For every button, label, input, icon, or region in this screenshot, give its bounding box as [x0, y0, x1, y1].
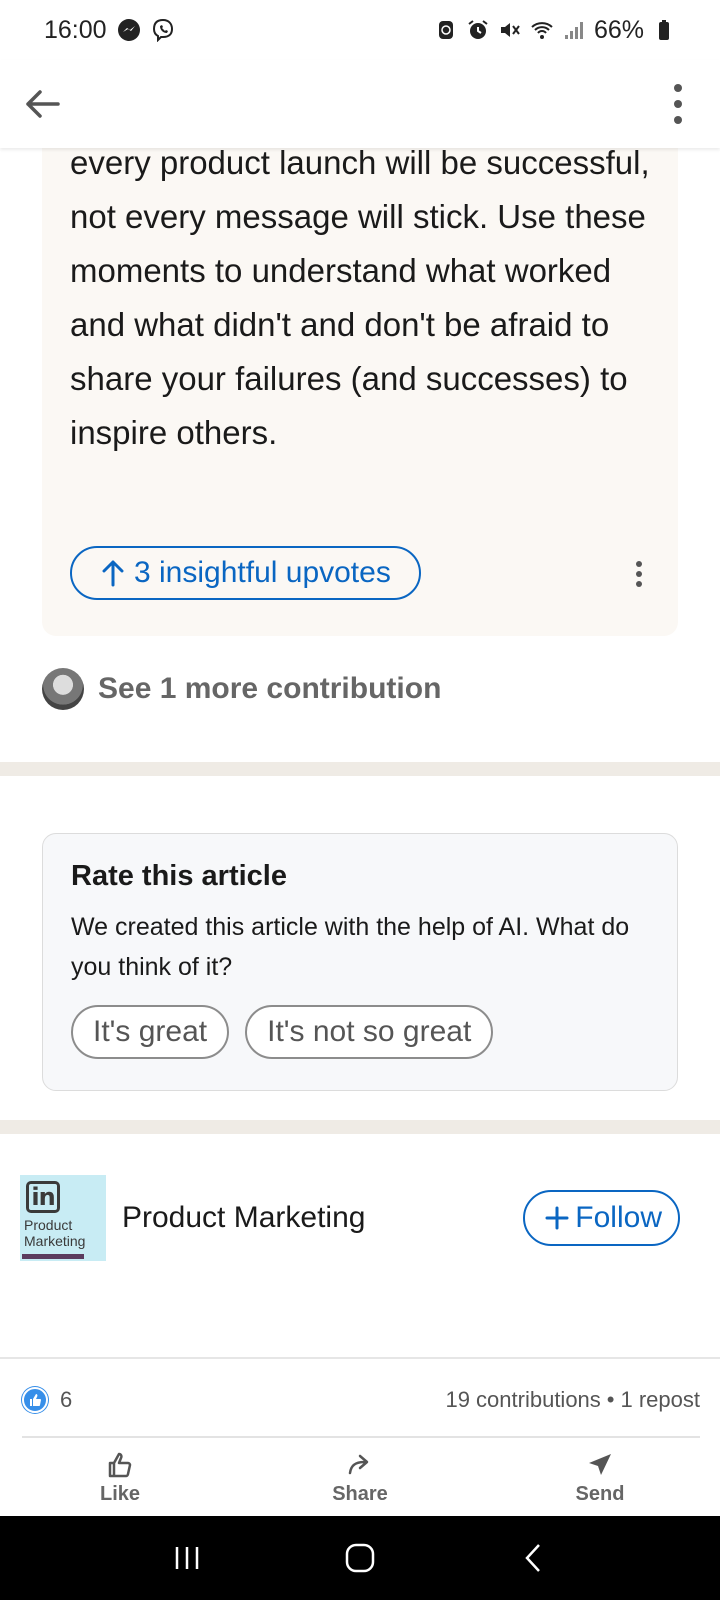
- social-right: 19 contributions • 1 repost: [445, 1387, 700, 1413]
- arrow-up-icon: [102, 560, 124, 587]
- recent-apps-button[interactable]: [157, 1528, 217, 1588]
- share-arrow-icon: [348, 1454, 369, 1474]
- action-bar: Like Share Send: [0, 1440, 720, 1516]
- separator: •: [606, 1387, 615, 1412]
- recent-apps-icon: [175, 1547, 198, 1569]
- upvote-label: 3 insightful upvotes: [134, 556, 391, 589]
- contributions-count[interactable]: 19 contributions: [445, 1387, 600, 1413]
- vertical-dots-icon: [674, 84, 682, 124]
- battery-percent: 66%: [593, 15, 644, 44]
- rate-title: Rate this article: [71, 860, 287, 892]
- home-icon: [345, 1543, 375, 1573]
- product-marketing-logo[interactable]: in Product Marketing: [20, 1175, 106, 1261]
- follow-label: Follow: [575, 1201, 662, 1234]
- section-divider: [0, 1120, 720, 1134]
- rate-article-card: Rate this article We created this articl…: [42, 833, 678, 1091]
- follow-button[interactable]: Follow: [523, 1190, 680, 1246]
- repost-count[interactable]: 1 repost: [621, 1387, 701, 1413]
- status-right: 66%: [434, 16, 676, 45]
- linkedin-logo-icon: in: [26, 1181, 60, 1213]
- logo-text: Product Marketing: [24, 1217, 86, 1249]
- contribution-more-button[interactable]: [624, 552, 654, 596]
- social-counts: 6 19 contributions • 1 repost: [22, 1380, 700, 1420]
- topic-name[interactable]: Product Marketing: [122, 1201, 365, 1235]
- nav-back-button[interactable]: [503, 1528, 563, 1588]
- topic-row: in Product Marketing Product Marketing F…: [20, 1175, 680, 1261]
- divider: [22, 1436, 700, 1438]
- send-button[interactable]: Send: [480, 1440, 720, 1516]
- vertical-dots-icon: [636, 561, 642, 587]
- see-more-label: See 1 more contribution: [98, 672, 442, 705]
- system-nav-bar: [0, 1516, 720, 1600]
- section-divider: [0, 762, 720, 776]
- signal-icon: [562, 18, 586, 42]
- like-reaction-icon[interactable]: [22, 1387, 48, 1413]
- divider: [0, 1357, 720, 1359]
- logo-bar: [22, 1254, 84, 1259]
- alarm-icon: [466, 18, 490, 42]
- thumbs-up-icon: [108, 1452, 132, 1477]
- viber-icon: [151, 18, 175, 42]
- status-left: 16:00: [44, 16, 175, 45]
- plus-icon: [545, 1206, 569, 1230]
- contribution-text: every product launch will be successful,…: [70, 144, 650, 451]
- see-more-contributions[interactable]: See 1 more contribution: [42, 668, 441, 710]
- back-button[interactable]: [20, 82, 64, 126]
- insightful-upvote-button[interactable]: 3 insightful upvotes: [70, 546, 421, 600]
- like-label: Like: [99, 1482, 141, 1505]
- rate-not-great-button[interactable]: It's not so great: [245, 1005, 494, 1059]
- like-count[interactable]: 6: [60, 1387, 72, 1413]
- home-button[interactable]: [330, 1528, 390, 1588]
- more-options-button[interactable]: [656, 82, 700, 126]
- rate-description: We created this article with the help of…: [71, 913, 630, 981]
- rate-great-button[interactable]: It's great: [71, 1005, 230, 1059]
- wifi-icon: [530, 18, 554, 42]
- share-label: Share: [332, 1482, 388, 1505]
- arrow-left-icon: [26, 90, 60, 118]
- like-button[interactable]: Like: [0, 1440, 240, 1516]
- data-saver-icon: [434, 18, 458, 42]
- contribution-card: every product launch will be successful,…: [42, 130, 678, 636]
- share-button[interactable]: Share: [240, 1440, 480, 1516]
- send-icon: [589, 1453, 611, 1475]
- messenger-icon: [117, 18, 141, 42]
- chevron-left-icon: [525, 1544, 541, 1572]
- rate-actions: It's great It's not so great: [71, 1005, 649, 1059]
- status-time: 16:00: [44, 15, 107, 44]
- status-bar: 16:00 66%: [0, 0, 720, 60]
- app-bar: [0, 60, 720, 148]
- avatar: [42, 668, 84, 710]
- battery-icon: [652, 18, 676, 42]
- send-label: Send: [575, 1482, 625, 1505]
- mute-icon: [498, 18, 522, 42]
